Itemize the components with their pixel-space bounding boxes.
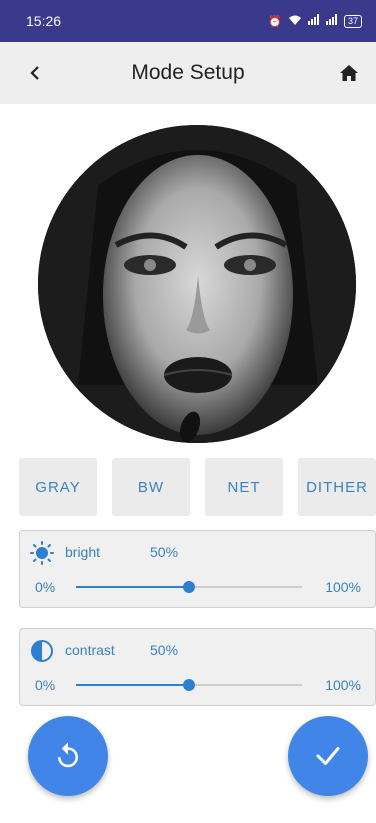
signal-icon	[325, 14, 338, 28]
bright-slider[interactable]	[76, 581, 302, 593]
signal-icon	[307, 14, 320, 28]
mode-net-button[interactable]: NET	[205, 458, 283, 516]
home-icon	[340, 65, 358, 81]
mode-bw-button[interactable]: BW	[112, 458, 190, 516]
home-button[interactable]	[336, 60, 362, 86]
page-title: Mode Setup	[131, 61, 245, 84]
bright-min-label: 0%	[35, 579, 56, 595]
contrast-value: 50%	[150, 642, 179, 658]
contrast-icon	[31, 640, 53, 662]
reset-icon	[58, 742, 78, 768]
status-bar: 15:26 ⏰ 37	[0, 0, 376, 42]
status-icons: ⏰ 37	[268, 14, 362, 29]
battery-icon: 37	[343, 14, 362, 28]
check-icon	[316, 747, 340, 765]
contrast-label: contrast	[65, 642, 115, 658]
contrast-panel: contrast 50% 0% 100%	[19, 628, 376, 706]
back-button[interactable]	[22, 60, 48, 86]
bright-panel: bright 50% 0% 100%	[19, 530, 376, 608]
wifi-icon	[288, 14, 302, 29]
contrast-max-label: 100%	[325, 677, 361, 693]
mode-gray-button[interactable]: GRAY	[19, 458, 97, 516]
sun-icon	[30, 541, 54, 565]
contrast-slider-thumb[interactable]	[183, 679, 195, 691]
bright-slider-thumb[interactable]	[183, 581, 195, 593]
app-bar: Mode Setup	[0, 42, 376, 104]
contrast-slider[interactable]	[76, 679, 302, 691]
bright-slider-fill	[76, 586, 189, 588]
reset-button[interactable]	[28, 716, 108, 796]
bright-max-label: 100%	[325, 579, 361, 595]
chevron-left-icon	[30, 66, 39, 80]
bright-label: bright	[65, 544, 101, 560]
status-time: 15:26	[26, 13, 62, 29]
apply-button[interactable]	[288, 716, 368, 796]
alarm-icon: ⏰	[268, 15, 282, 28]
mode-dither-button[interactable]: DITHER	[298, 458, 376, 516]
contrast-slider-fill	[76, 684, 189, 686]
mode-buttons: GRAY BW NET DITHER	[19, 458, 376, 516]
bright-value: 50%	[150, 544, 179, 560]
preview-image	[38, 125, 356, 443]
contrast-min-label: 0%	[35, 677, 56, 693]
